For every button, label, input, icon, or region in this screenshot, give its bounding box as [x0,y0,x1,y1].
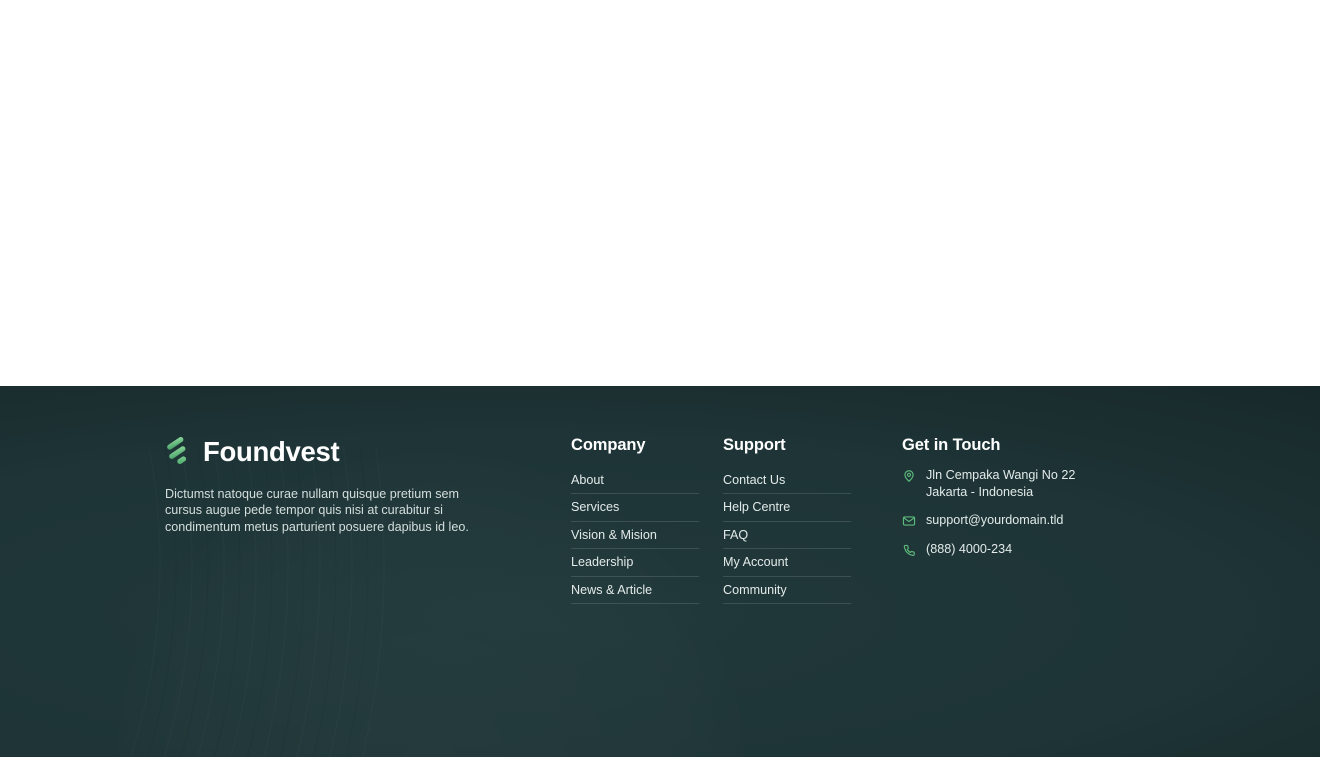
footer-link-leadership[interactable]: Leadership [571,549,699,575]
location-pin-icon [902,469,916,483]
list-item: About [571,467,699,495]
list-item: News & Article [571,577,699,605]
contact-item-email[interactable]: support@yourdomain.tld [902,512,1202,529]
list-item: My Account [723,549,851,577]
company-link-list: About Services Vision & Mision Leadershi… [571,467,699,605]
column-heading-support: Support [723,436,786,454]
footer-column-get-in-touch: Get in Touch Jln Cempaka Wangi No 22 Jak… [902,436,1202,557]
page-content-blank [0,0,1320,386]
contact-item-address: Jln Cempaka Wangi No 22 Jakarta - Indone… [902,467,1202,500]
list-item: FAQ [723,522,851,550]
contact-email-text: support@yourdomain.tld [926,513,1064,528]
footer-link-vision-mision[interactable]: Vision & Mision [571,522,699,548]
footer-link-news-article[interactable]: News & Article [571,577,699,603]
footer-link-contact-us[interactable]: Contact Us [723,467,851,493]
list-item: Community [723,577,851,605]
list-item: Vision & Mision [571,522,699,550]
list-item: Contact Us [723,467,851,495]
footer-link-faq[interactable]: FAQ [723,522,851,548]
foundvest-bars-logo-icon [165,436,196,467]
footer-link-my-account[interactable]: My Account [723,549,851,575]
phone-icon [902,543,916,557]
footer-column-company: Company About Services Vision & Mision L… [571,436,699,605]
footer-brand: Foundvest Dictumst natoque curae nullam … [165,436,495,535]
footer-column-support: Support Contact Us Help Centre FAQ My Ac… [723,436,851,605]
envelope-icon [902,514,916,528]
column-heading-get-in-touch: Get in Touch [902,436,1001,454]
contact-address-text: Jln Cempaka Wangi No 22 Jakarta - Indone… [926,467,1075,500]
contact-item-phone[interactable]: (888) 4000-234 [902,541,1202,558]
column-heading-company: Company [571,436,646,454]
footer-link-about[interactable]: About [571,467,699,493]
list-item: Help Centre [723,494,851,522]
support-link-list: Contact Us Help Centre FAQ My Account Co… [723,467,851,605]
list-item: Services [571,494,699,522]
brand-description: Dictumst natoque curae nullam quisque pr… [165,487,469,534]
contact-list: Jln Cempaka Wangi No 22 Jakarta - Indone… [902,467,1202,557]
list-item: Leadership [571,549,699,577]
footer-link-help-centre[interactable]: Help Centre [723,494,851,520]
contact-phone-text: (888) 4000-234 [926,541,1013,556]
brand-logo-row[interactable]: Foundvest [165,436,495,467]
contact-address-line2: Jakarta - Indonesia [926,484,1034,499]
footer-link-community[interactable]: Community [723,577,851,603]
contact-address-line1: Jln Cempaka Wangi No 22 [926,468,1076,482]
footer-link-services[interactable]: Services [571,494,699,520]
brand-name: Foundvest [203,435,340,467]
site-footer: Foundvest Dictumst natoque curae nullam … [0,386,1320,757]
